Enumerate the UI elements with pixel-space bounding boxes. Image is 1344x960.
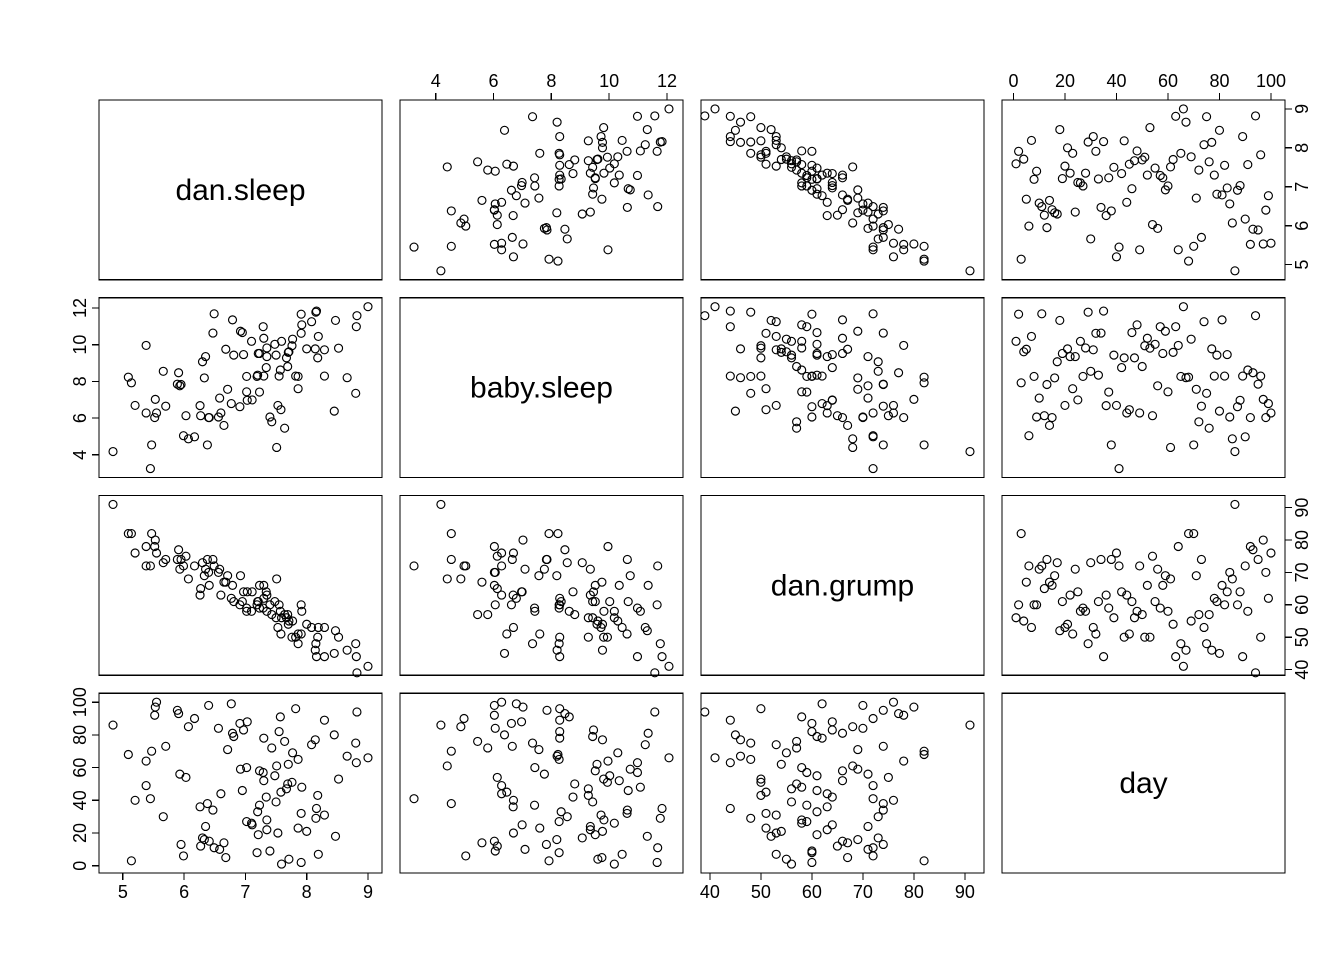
points (410, 500, 673, 676)
tick-label: 8 (546, 71, 556, 91)
panel-day-vs-dan-grump (701, 693, 984, 873)
tick-label: 0 (70, 861, 90, 871)
variable-label: dan.sleep (175, 174, 305, 207)
points (1012, 303, 1275, 473)
axis-baby-sleep-top: 4 6 8 10 12 (431, 71, 677, 100)
panel-dan-grump-vs-dan-sleep (99, 496, 382, 677)
variable-label: dan.grump (771, 569, 914, 602)
tick-label: 12 (70, 298, 90, 318)
diag-day: day (1002, 693, 1285, 873)
panel-dan-grump-vs-baby-sleep (400, 496, 683, 677)
axis-day-top: 0 20 40 60 80 100 (1008, 71, 1286, 100)
tick-label: 80 (1209, 71, 1229, 91)
diag-dan-sleep: dan.sleep (99, 100, 382, 280)
tick-label: 40 (70, 790, 90, 810)
tick-label: 7 (240, 882, 250, 902)
pairs-scatterplot-matrix: dan.sleep baby.sleep dan.grump day 5 6 7 8 9 4 6 8 1… (0, 0, 1344, 960)
points (1012, 500, 1275, 676)
tick-label: 8 (1292, 143, 1312, 153)
diag-dan-grump: dan.grump (701, 496, 984, 676)
axis-day-left: 0 20 40 60 80 100 (70, 687, 99, 871)
tick-label: 10 (70, 335, 90, 355)
panel-dan-sleep-vs-baby-sleep (400, 100, 683, 280)
tick-label: 80 (1292, 530, 1312, 550)
tick-label: 10 (599, 71, 619, 91)
axis-baby-sleep-left: 4 6 8 10 12 (70, 298, 99, 460)
tick-label: 70 (853, 882, 873, 902)
panel-day-vs-baby-sleep (400, 693, 683, 873)
tick-label: 20 (1055, 71, 1075, 91)
points (410, 105, 673, 275)
tick-label: 40 (1292, 660, 1312, 680)
panel-baby-sleep-vs-dan-grump (701, 298, 984, 478)
tick-label: 50 (1292, 627, 1312, 647)
tick-label: 100 (70, 687, 90, 717)
tick-label: 0 (1008, 71, 1018, 91)
points (701, 105, 974, 275)
panel-baby-sleep-vs-dan-sleep (99, 298, 382, 478)
tick-label: 8 (70, 376, 90, 386)
tick-label: 100 (1256, 71, 1286, 91)
points (701, 303, 974, 473)
points (701, 698, 974, 868)
tick-label: 6 (70, 413, 90, 423)
points (109, 303, 372, 473)
points (109, 500, 372, 676)
panel-baby-sleep-vs-day (1002, 298, 1285, 478)
axis-dan-sleep-bottom: 5 6 7 8 9 (118, 873, 373, 902)
tick-label: 60 (1158, 71, 1178, 91)
panel-day-vs-dan-sleep (99, 693, 382, 873)
tick-label: 5 (1292, 260, 1312, 270)
tick-label: 90 (1292, 498, 1312, 518)
tick-label: 40 (700, 882, 720, 902)
panel-dan-sleep-vs-day (1002, 100, 1285, 280)
panel-dan-grump-vs-day (1002, 496, 1285, 677)
axis-dan-grump-bottom: 40 50 60 70 80 90 (700, 873, 975, 902)
variable-label: day (1119, 767, 1167, 800)
tick-label: 80 (70, 725, 90, 745)
tick-label: 7 (1292, 182, 1312, 192)
tick-label: 70 (1292, 562, 1312, 582)
tick-label: 8 (302, 882, 312, 902)
tick-label: 60 (70, 758, 90, 778)
panel-dan-sleep-vs-dan-grump (701, 100, 984, 280)
tick-label: 80 (904, 882, 924, 902)
points (1012, 105, 1275, 275)
variable-label: baby.sleep (470, 372, 613, 405)
tick-label: 50 (751, 882, 771, 902)
tick-label: 12 (657, 71, 677, 91)
tick-label: 9 (363, 882, 373, 902)
tick-label: 60 (1292, 595, 1312, 615)
tick-label: 4 (431, 71, 441, 91)
tick-label: 4 (70, 450, 90, 460)
tick-label: 90 (955, 882, 975, 902)
tick-label: 60 (802, 882, 822, 902)
axis-dan-sleep-right: 5 6 7 8 9 (1285, 104, 1312, 270)
tick-label: 5 (118, 882, 128, 902)
tick-label: 40 (1106, 71, 1126, 91)
tick-label: 9 (1292, 104, 1312, 114)
axis-dan-grump-right: 40 50 60 70 80 90 (1285, 498, 1312, 680)
points (109, 698, 372, 868)
tick-label: 6 (1292, 221, 1312, 231)
tick-label: 6 (179, 882, 189, 902)
points (410, 698, 673, 868)
tick-label: 6 (489, 71, 499, 91)
diag-baby-sleep: baby.sleep (400, 298, 683, 478)
tick-label: 20 (70, 823, 90, 843)
